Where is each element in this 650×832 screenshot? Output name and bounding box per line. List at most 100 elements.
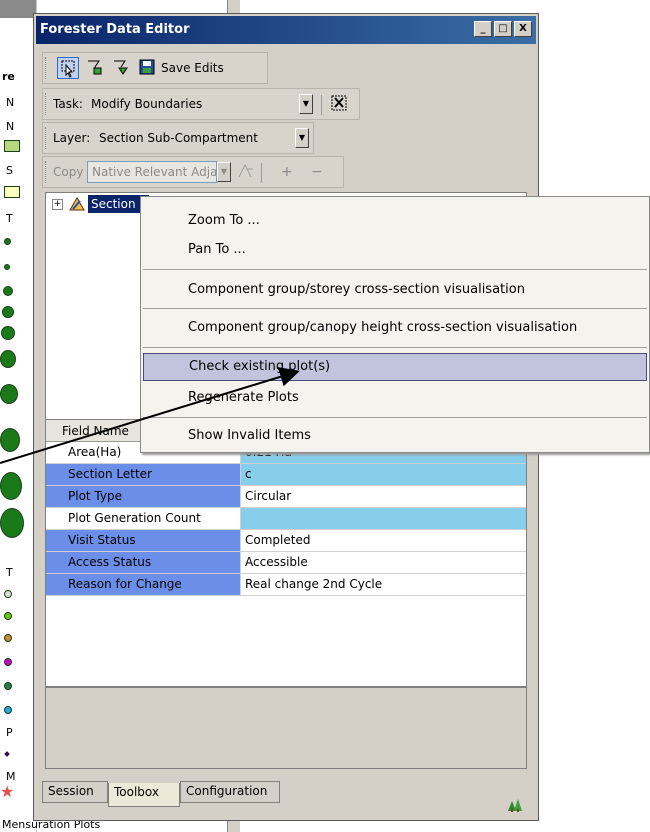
menu-separator xyxy=(143,308,647,309)
section-icon xyxy=(68,195,86,213)
menu-separator xyxy=(143,347,647,348)
star-icon: ★ xyxy=(0,782,15,801)
table-row[interactable]: Section Letter c xyxy=(46,464,526,486)
tab-session[interactable]: Session xyxy=(42,781,108,803)
legend-dot xyxy=(0,472,22,500)
legend-dot xyxy=(0,428,20,452)
field-name-cell: Section Letter xyxy=(46,464,240,486)
editor-toolbar: Save Edits xyxy=(42,52,268,84)
menu-item-pan-to[interactable]: Pan To ... xyxy=(143,236,647,264)
task-dropdown[interactable]: Modify Boundaries xyxy=(87,93,311,115)
field-value-cell[interactable]: Circular xyxy=(240,486,526,508)
legend-dot xyxy=(2,306,14,318)
menu-item-storey-visualisation[interactable]: Component group/storey cross-section vis… xyxy=(143,276,647,304)
toc-letter: re xyxy=(2,70,15,83)
sketch-tool-icon[interactable] xyxy=(329,93,351,115)
legend-dot xyxy=(4,751,10,757)
table-row[interactable]: Access Status Accessible xyxy=(46,552,526,574)
save-icon[interactable] xyxy=(137,57,159,79)
toc-letter: N xyxy=(6,120,15,133)
field-name-cell: Access Status xyxy=(46,552,240,574)
legend-dot xyxy=(4,238,11,245)
copy-attributes-icon[interactable] xyxy=(235,161,257,183)
toc-letter: S xyxy=(6,164,13,177)
field-value-cell[interactable]: Real change 2nd Cycle xyxy=(240,574,526,596)
field-value-cell[interactable]: c xyxy=(240,464,526,486)
edit-feature-icon[interactable] xyxy=(85,57,107,79)
context-menu: Zoom To ... Pan To ... Component group/s… xyxy=(140,196,650,453)
legend-patch xyxy=(4,186,20,198)
window-title: Forester Data Editor xyxy=(40,22,190,37)
minimize-button[interactable]: _ xyxy=(474,21,492,37)
toc-letter: P xyxy=(6,726,13,739)
table-row[interactable]: Visit Status Completed xyxy=(46,530,526,552)
field-name-cell: Reason for Change xyxy=(46,574,240,596)
menu-item-zoom-to[interactable]: Zoom To ... xyxy=(143,207,647,235)
layer-toolbar: Layer: Section Sub-Compartment ▼ xyxy=(42,122,314,154)
toc-letter: T xyxy=(6,566,13,579)
menu-separator xyxy=(143,417,647,418)
toc-letter: N xyxy=(6,96,15,109)
legend-dot xyxy=(0,508,24,538)
field-name-cell: Plot Generation Count xyxy=(46,508,240,530)
toolbar-grip[interactable] xyxy=(45,93,49,115)
layer-label: Layer: xyxy=(53,131,91,145)
remove-button[interactable]: − xyxy=(311,164,323,180)
tree-icon xyxy=(506,798,524,812)
table-row[interactable]: Plot Type Circular xyxy=(46,486,526,508)
legend-dot xyxy=(0,350,16,368)
save-edits-button[interactable]: Save Edits xyxy=(161,61,224,75)
chevron-down-icon[interactable]: ▼ xyxy=(295,128,309,148)
task-label: Task: xyxy=(53,97,83,111)
close-button[interactable]: X xyxy=(514,21,532,37)
tree-expand-toggle[interactable]: + xyxy=(52,199,63,210)
toolbar-grip[interactable] xyxy=(45,127,49,149)
select-tool-icon[interactable] xyxy=(57,57,79,79)
field-name-header[interactable]: Field Name xyxy=(62,424,129,438)
legend-dot xyxy=(1,326,15,340)
legend-dot xyxy=(4,264,10,270)
tab-configuration[interactable]: Configuration xyxy=(180,781,280,803)
title-bar[interactable]: Forester Data Editor _ □ X xyxy=(36,16,536,44)
layer-dropdown[interactable]: Section Sub-Compartment xyxy=(95,127,293,149)
copy-toolbar: Copy Native Relevant Adja ▼ + − xyxy=(42,156,344,188)
toolbar-separator xyxy=(261,163,262,183)
field-value-cell[interactable]: Completed xyxy=(240,530,526,552)
task-toolbar: Task: Modify Boundaries ▼ xyxy=(42,88,360,120)
toc-letter: T xyxy=(6,212,13,225)
chevron-down-icon[interactable]: ▼ xyxy=(217,162,231,182)
edit-vertex-icon[interactable] xyxy=(111,57,133,79)
table-row[interactable]: Plot Generation Count xyxy=(46,508,526,530)
legend-dot xyxy=(3,286,13,296)
menu-item-show-invalid-items[interactable]: Show Invalid Items xyxy=(143,422,647,450)
toolbar-grip[interactable] xyxy=(45,161,49,183)
menu-item-canopy-visualisation[interactable]: Component group/canopy height cross-sect… xyxy=(143,314,647,342)
field-name-cell: Visit Status xyxy=(46,530,240,552)
add-button[interactable]: + xyxy=(281,164,293,180)
maximize-button[interactable]: □ xyxy=(494,21,512,37)
copy-source-dropdown[interactable]: Native Relevant Adja xyxy=(87,161,217,183)
legend-patch xyxy=(4,140,20,152)
menu-separator xyxy=(143,269,647,270)
chevron-down-icon[interactable]: ▼ xyxy=(299,94,313,114)
field-value-cell[interactable]: Accessible xyxy=(240,552,526,574)
field-value-cell[interactable] xyxy=(240,508,526,530)
attribute-grid: Field Name Area(Ha) 0.21 Ha Section Lett… xyxy=(45,419,527,687)
background-toc-header xyxy=(0,0,36,18)
legend-dot xyxy=(0,384,18,404)
legend-dot xyxy=(4,612,12,620)
copy-label: Copy xyxy=(53,165,84,179)
background-toc-panel: re N N S T T P M ★ Mensuration Plots xyxy=(0,0,100,832)
legend-dot xyxy=(4,590,12,598)
toolbar-separator xyxy=(321,95,322,115)
description-panel xyxy=(45,687,527,769)
legend-dot xyxy=(4,682,12,690)
legend-dot xyxy=(4,706,12,714)
menu-item-regenerate-plots[interactable]: Regenerate Plots xyxy=(143,384,647,412)
tab-toolbox[interactable]: Toolbox xyxy=(108,783,180,807)
legend-dot xyxy=(4,658,12,666)
toolbar-grip[interactable] xyxy=(45,57,49,79)
menu-item-check-existing-plots[interactable]: Check existing plot(s) xyxy=(143,353,647,381)
table-row[interactable]: Reason for Change Real change 2nd Cycle xyxy=(46,574,526,596)
field-name-cell: Plot Type xyxy=(46,486,240,508)
